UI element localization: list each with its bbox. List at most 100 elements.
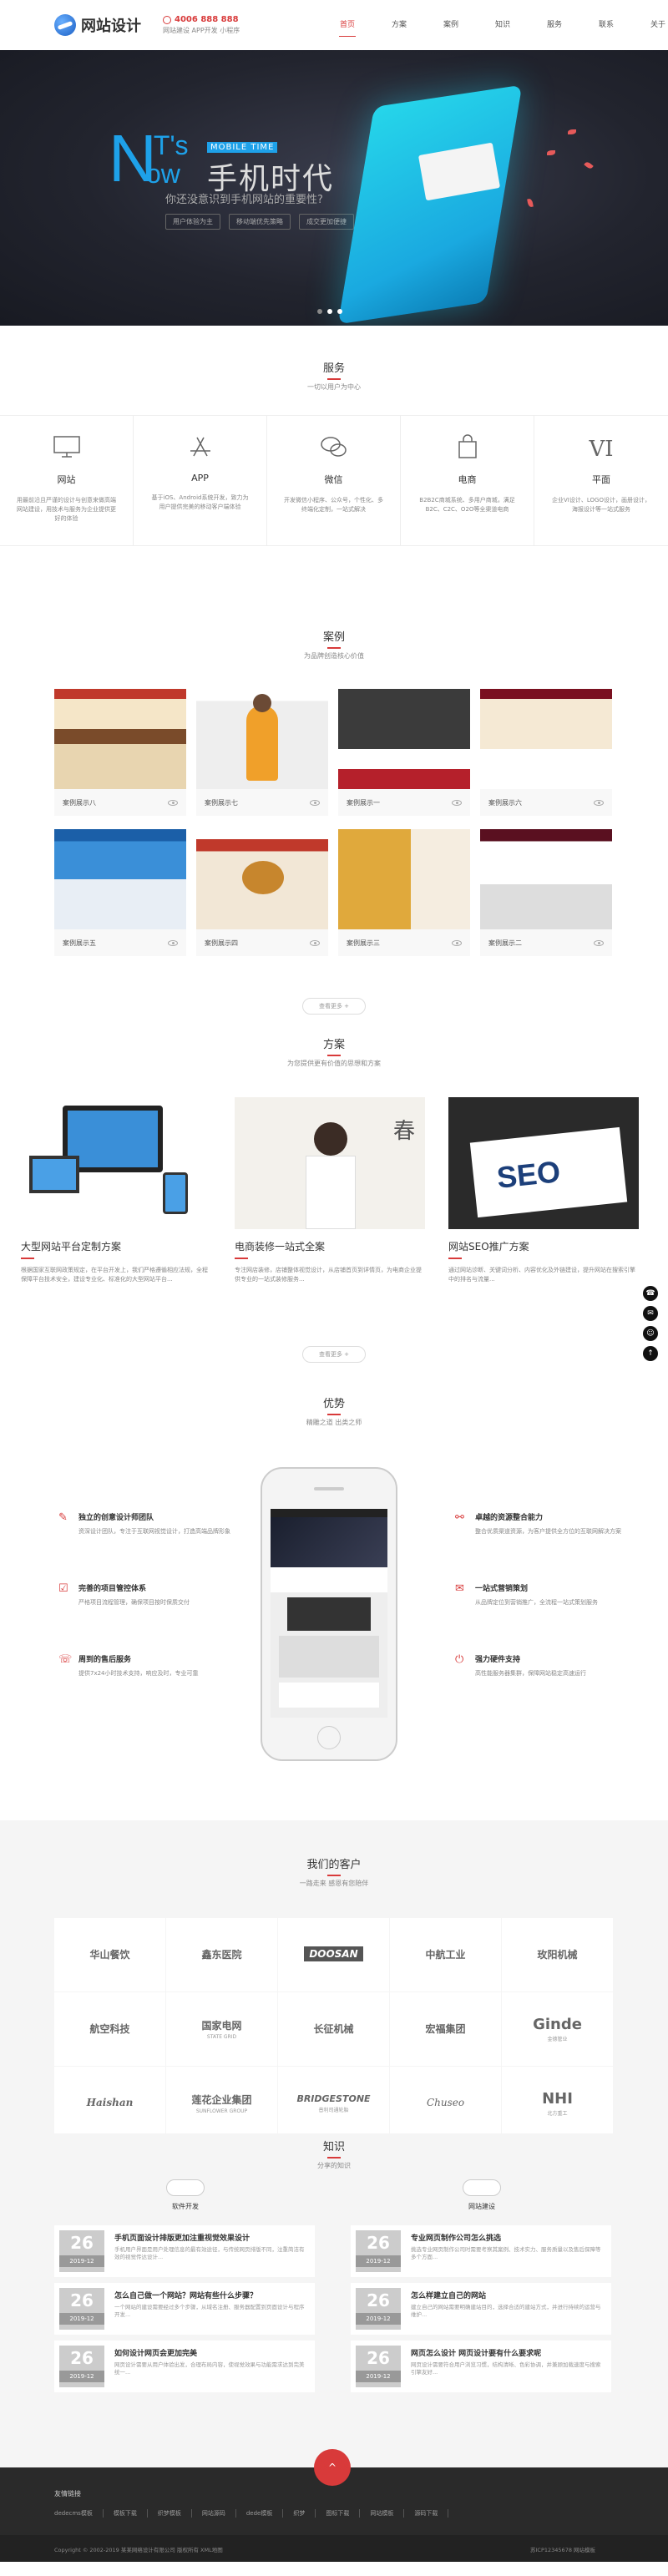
cases-more-button[interactable]: 查看更多 + <box>302 998 366 1015</box>
article-item[interactable]: 26 2019-12 专业网页制作公司怎么挑选 挑选专业网页制作公司时需要考察其案例… <box>351 2225 611 2277</box>
article-item[interactable]: 26 2019-12 如何设计网页会更加完美 网页设计需要从用户体验出发，合理布局内… <box>54 2341 315 2392</box>
case-title: 案例展示三 <box>347 939 380 947</box>
client-logo[interactable]: NHI 北方重工 <box>502 2067 613 2140</box>
friend-link[interactable]: 源码下载 <box>404 2509 449 2518</box>
article-title[interactable]: 手机页面设计排版更加注重视觉效果设计 <box>114 2232 305 2243</box>
case-card[interactable]: 案例展示八 <box>54 689 186 816</box>
client-logo[interactable]: 莲花企业集团 SUNFLOWER GROUP <box>166 2067 277 2140</box>
nav-item-services[interactable]: 服务 <box>534 0 574 50</box>
article-item[interactable]: 26 2019-12 网页怎么设计 网页设计要有什么要求呢 网页设计需要符合用户浏览… <box>351 2341 611 2392</box>
case-card[interactable]: 案例展示四 <box>196 829 328 956</box>
solution-title: 电商装修一站式全案 <box>235 1241 326 1253</box>
article-desc: 一个网站的建设需要经过多个步骤，从域名注册、服务器配置到页面设计与程序开发... <box>114 2304 305 2318</box>
friend-link[interactable]: 图标下载 <box>316 2509 361 2518</box>
article-item[interactable]: 26 2019-12 手机页面设计排版更加注重视觉效果设计 手机用户界面是用户处理信… <box>54 2225 315 2277</box>
solutions-more-button[interactable]: 查看更多 + <box>302 1346 366 1363</box>
client-logo[interactable]: 华山餐饮 <box>54 1918 165 1991</box>
date-day: 26 <box>70 2290 94 2310</box>
advantage-item: ✎ 独立的创意设计师团队 资深设计团队，专注于互联网视觉设计，打造高端品牌形象 <box>58 1511 242 1536</box>
friend-link[interactable]: 网站模板 <box>360 2509 405 2518</box>
phone-icon[interactable]: ☎ <box>643 1286 658 1301</box>
solution-card[interactable]: 大型网站平台定制方案 根据国家互联网政策规定，在平台开发上，我们严格遵循相应法规… <box>21 1097 211 1284</box>
back-to-top-icon[interactable]: ↑ <box>643 1346 658 1361</box>
article-title[interactable]: 怎么自己做一个网站？网站有些什么步骤？ <box>114 2290 305 2300</box>
case-card[interactable]: 案例展示六 <box>480 689 612 816</box>
service-item[interactable]: APP 基于iOS、Android系统开发，致力为用户提供完美的移动客户端体验 <box>134 416 267 545</box>
friend-link[interactable]: 织梦模板 <box>148 2509 192 2518</box>
category-label[interactable]: 网站建设 <box>448 2202 515 2211</box>
hero-banner[interactable]: N IT's ow MOBILE TIME 手机时代 你还没意识到手机网站的重要… <box>0 50 668 326</box>
service-item[interactable]: 微信 开发微信小程序、公众号，个性化、多终端化定制，一站式解决 <box>267 416 401 545</box>
client-logo[interactable]: BRIDGESTONE 普利司通轮胎 <box>278 2067 389 2140</box>
article-title[interactable]: 网页怎么设计 网页设计要有什么要求呢 <box>411 2347 601 2358</box>
case-card[interactable]: 案例展示五 <box>54 829 186 956</box>
section-subtitle: 分享的知识 <box>317 2162 351 2169</box>
solution-image: SEO <box>448 1097 639 1229</box>
nav-item-contact[interactable]: 联系 <box>586 0 626 50</box>
article-desc: 挑选专业网页制作公司时需要考察其案例、技术实力、服务质量以及售后保障等多个方面.… <box>411 2246 601 2260</box>
category-label[interactable]: 软件开发 <box>152 2202 219 2211</box>
case-card[interactable]: 案例展示三 <box>338 829 470 956</box>
carousel-dot[interactable] <box>337 309 342 314</box>
friend-link[interactable]: 织梦 <box>283 2509 316 2518</box>
section-title: 知识 <box>0 2138 668 2158</box>
category-icon[interactable] <box>463 2179 501 2196</box>
solution-card[interactable]: 春 电商装修一站式全案 专注网店装修，店铺整体视觉设计，从店铺首页到详情页，为电… <box>235 1097 425 1284</box>
client-logo[interactable]: Chuseo <box>390 2067 501 2140</box>
services-section: 服务 一切以用户为中心 网站 用最前沿且严谨的设计与创意来做高端网站建设，用技术… <box>0 326 668 618</box>
client-logo[interactable]: 中航工业 <box>390 1918 501 1991</box>
icp-text[interactable]: 苏ICP12345678 网站模板 <box>530 2545 595 2553</box>
client-logo[interactable]: 鑫东医院 <box>166 1918 277 1991</box>
link-icon: ⚯ <box>455 1511 464 1524</box>
solution-list: 大型网站平台定制方案 根据国家互联网政策规定，在平台开发上，我们严格遵循相应法规… <box>21 1097 639 1284</box>
client-sub: 金德管业 <box>547 2037 568 2042</box>
service-item[interactable]: 电商 B2B2C商城系统、多用户商城，满足B2C、C2C、O2O等全渠道电商 <box>401 416 534 545</box>
friend-link[interactable]: 网站源码 <box>192 2509 236 2518</box>
solution-card[interactable]: SEO 网站SEO推广方案 通过网站诊断、关键词分析、内容优化及外链建设，提升网… <box>448 1097 639 1284</box>
article-title[interactable]: 如何设计网页会更加完美 <box>114 2347 305 2358</box>
case-card[interactable]: 案例展示一 <box>338 689 470 816</box>
case-title: 案例展示七 <box>205 798 238 807</box>
nav-item-solutions[interactable]: 方案 <box>379 0 419 50</box>
client-name: Ginde <box>533 2016 582 2033</box>
article-title[interactable]: 专业网页制作公司怎么挑选 <box>411 2232 601 2243</box>
service-item[interactable]: 网站 用最前沿且严谨的设计与创意来做高端网站建设，用技术与服务为企业提供更好的体… <box>0 416 134 545</box>
nav-item-home[interactable]: 首页 <box>327 0 367 50</box>
client-logo[interactable]: Ginde 金德管业 <box>502 1992 613 2066</box>
carousel-dot[interactable] <box>317 309 322 314</box>
banner-tag: 用户体验为主 <box>165 214 220 230</box>
category-icon[interactable] <box>166 2179 205 2196</box>
nav-item-about[interactable]: 关于 <box>638 0 668 50</box>
article-title[interactable]: 怎么样建立自己的网站 <box>411 2290 601 2300</box>
solution-desc: 专注网店装修，店铺整体视觉设计，从店铺首页到详情页，为电商企业提供专业的一站式装… <box>235 1267 422 1283</box>
advantage-desc: 整合优质渠道资源，为客户提供全方位的互联网解决方案 <box>475 1528 621 1535</box>
case-card[interactable]: 案例展示七 <box>196 689 328 816</box>
friend-link[interactable]: 模板下载 <box>104 2509 148 2518</box>
back-to-top-button[interactable]: ^ <box>314 2449 351 2486</box>
advantage-title: 独立的创意设计师团队 <box>78 1514 154 1522</box>
nav-item-knowledge[interactable]: 知识 <box>483 0 523 50</box>
footer-bottom-bar: Copyright © 2002-2019 某某网络设计有限公司 版权所有 XM… <box>0 2535 668 2562</box>
client-logo[interactable]: 航空科技 <box>54 1992 165 2066</box>
qq-icon[interactable]: ☺ <box>643 1326 658 1341</box>
case-card[interactable]: 案例展示二 <box>480 829 612 956</box>
carousel-dot[interactable] <box>327 309 332 314</box>
advantage-section: 优势 精雕之道 出类之师 ✎ 独立的创意设计师团队 资深设计团队，专注于互联网视觉… <box>0 1369 668 1820</box>
nav-item-cases[interactable]: 案例 <box>431 0 471 50</box>
client-logo[interactable]: 长征机械 <box>278 1992 389 2066</box>
vi-icon: VI <box>589 437 614 462</box>
service-item[interactable]: VI 平面 企业VI设计、LOGO设计，画册设计，海报设计等一站式服务 <box>534 416 668 545</box>
client-logo[interactable]: DOOSAN <box>278 1918 389 1991</box>
client-logo[interactable]: 国家电网 STATE GRID <box>166 1992 277 2066</box>
client-logo[interactable]: 玫阳机械 <box>502 1918 613 1991</box>
logo[interactable]: 网站设计 <box>54 14 141 36</box>
friend-link[interactable]: dedecms模板 <box>54 2509 104 2518</box>
article-desc: 建立自己的网站需要明确建站目的，选择合适的建站方式，并进行持续的运营与维护... <box>411 2304 601 2318</box>
article-item[interactable]: 26 2019-12 怎么自己做一个网站？网站有些什么步骤？ 一个网站的建设需要经过… <box>54 2283 315 2335</box>
article-item[interactable]: 26 2019-12 怎么样建立自己的网站 建立自己的网站需要明确建站目的，选择合适… <box>351 2283 611 2335</box>
wechat-icon[interactable]: ✉ <box>643 1306 658 1321</box>
client-logo[interactable]: Haishan <box>54 2067 165 2140</box>
client-logo[interactable]: 宏福集团 <box>390 1992 501 2066</box>
friend-link[interactable]: dede模板 <box>236 2509 284 2518</box>
advantage-item: ☑ 完善的项目管控体系 严格项目流程管理，确保项目按时保质交付 <box>58 1582 242 1607</box>
